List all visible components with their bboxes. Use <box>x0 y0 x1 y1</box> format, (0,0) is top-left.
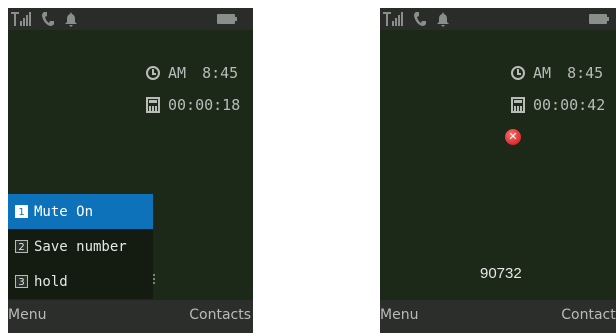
options-menu: 1 Mute On 2 Save number 3 hold <box>8 194 153 299</box>
clock-ampm: AM <box>533 64 552 82</box>
call-timer-value: 00:00:18 <box>168 96 241 114</box>
phone-screen-right: AM 8:45 00:00:42 ✕ 90732 Menu Contacts <box>380 8 616 333</box>
call-icon <box>42 12 54 26</box>
clock-ampm: AM <box>168 64 187 82</box>
dialed-number: 90732 <box>480 265 522 282</box>
softkey-contacts[interactable]: Contacts <box>561 307 616 323</box>
call-counter-icon <box>511 97 525 113</box>
softkey-bar: Menu Contacts <box>380 300 616 333</box>
call-timer-row: 00:00:42 <box>511 96 605 114</box>
clock-icon <box>511 66 525 80</box>
signal-icon <box>383 11 404 27</box>
clock-row: AM 8:45 <box>146 64 238 82</box>
clock-row: AM 8:45 <box>511 64 603 82</box>
softkey-bar: Menu Contacts <box>8 300 253 333</box>
menu-item-mute-on[interactable]: 1 Mute On <box>8 194 153 229</box>
battery-icon <box>217 11 239 27</box>
clock-time: 8:45 <box>202 64 239 82</box>
call-counter-icon <box>146 97 160 113</box>
menu-item-hold[interactable]: 3 hold <box>8 264 153 299</box>
clock-time: 8:45 <box>567 64 604 82</box>
softkey-menu[interactable]: Menu <box>8 307 46 323</box>
status-bar <box>380 8 616 30</box>
phone-screen-left: AM 8:45 00:00:18 1 Mute On 2 Save number… <box>8 8 253 333</box>
bell-icon <box>65 12 77 27</box>
status-bar <box>8 8 253 30</box>
number-badge: 3 <box>15 275 28 288</box>
menu-item-label: Save number <box>34 238 127 255</box>
signal-icon <box>11 11 32 27</box>
call-timer-row: 00:00:18 <box>146 96 240 114</box>
clock-icon <box>146 66 160 80</box>
number-badge: 2 <box>15 240 28 253</box>
menu-item-label: Mute On <box>34 203 94 220</box>
call-icon <box>414 12 426 26</box>
battery-icon <box>589 11 611 27</box>
call-timer-value: 00:00:42 <box>533 96 606 114</box>
softkey-contacts[interactable]: Contacts <box>189 307 251 323</box>
softkey-menu[interactable]: Menu <box>380 307 418 323</box>
menu-item-label: hold <box>34 273 68 290</box>
close-icon: ✕ <box>505 129 521 145</box>
number-badge: 1 <box>15 205 28 218</box>
menu-scroll-indicator <box>153 272 155 284</box>
menu-item-save-number[interactable]: 2 Save number <box>8 229 153 264</box>
bell-icon <box>437 12 449 27</box>
